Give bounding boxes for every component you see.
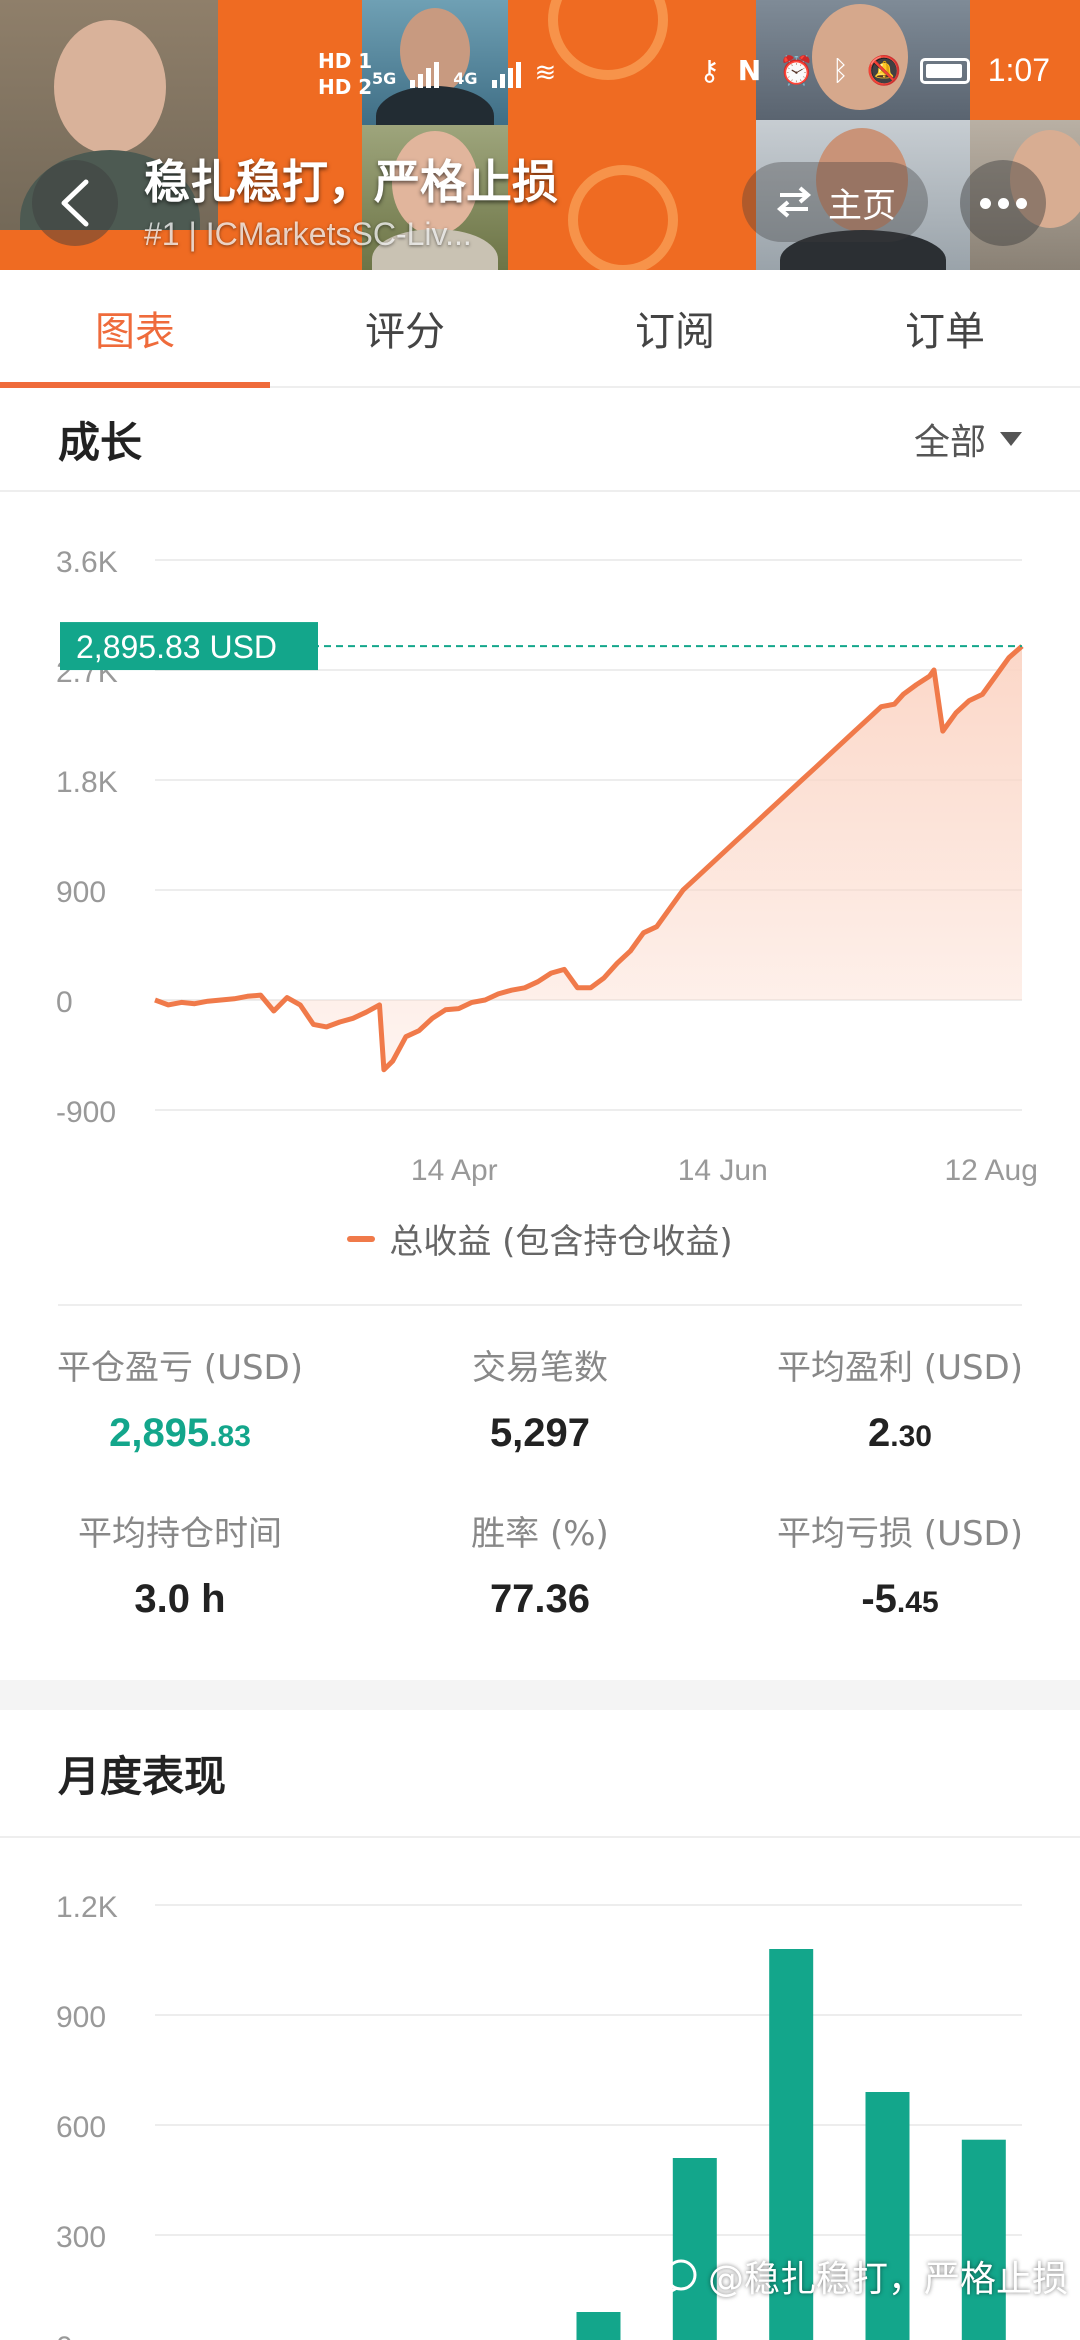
more-dot (997, 197, 1009, 209)
mute-icon: 🔕 (866, 54, 902, 87)
y-tick-label: 1.8K (56, 766, 118, 799)
y-tick-label: 0 (56, 986, 73, 1019)
tab-rating[interactable]: 评分 (270, 270, 540, 386)
alarm-icon: ⏰ (779, 54, 815, 87)
stat-label: 胜率 (%) (471, 1514, 609, 1554)
battery-icon (919, 57, 970, 84)
stat-value: 77.36 (360, 1577, 720, 1622)
stat-label: 平均盈利 (USD) (777, 1348, 1023, 1388)
sim2-label: HD 2 (318, 75, 373, 99)
header-banner: HD 1 HD 2 5G 4G ≋ ⚷ N ⏰ ᛒ 🔕 1:07 稳扎稳打，严格… (0, 0, 1080, 270)
home-label: 主页 (828, 185, 896, 226)
x-tick-label: 14 Apr (411, 1154, 498, 1187)
growth-legend: 总收益 (包含持仓收益) (0, 1214, 1080, 1263)
more-dot (1015, 197, 1027, 209)
stat-avg-loss: 平均亏损 (USD) -5.45 (720, 1506, 1080, 1622)
bluetooth-icon: ᛒ (832, 54, 849, 87)
stat-win-rate: 胜率 (%) 77.36 (360, 1506, 720, 1622)
status-bar: HD 1 HD 2 5G 4G ≋ ⚷ N ⏰ ᛒ 🔕 1:07 (0, 0, 1080, 150)
y-tick-label: 3.6K (56, 546, 118, 579)
y-tick-label: 300 (56, 2221, 106, 2254)
clock: 1:07 (987, 52, 1050, 88)
stat-label: 交易笔数 (472, 1348, 608, 1388)
x-tick-label: 12 Aug (944, 1154, 1037, 1187)
monthly-bar (961, 2139, 1006, 2340)
stat-label: 平仓盈亏 (USD) (57, 1348, 303, 1388)
growth-title: 成长 (58, 417, 143, 467)
stat-value-frac: .30 (890, 1420, 932, 1453)
stat-label: 平均持仓时间 (78, 1514, 282, 1554)
stat-value-frac: .45 (896, 1586, 939, 1619)
monthly-bar (576, 2312, 621, 2340)
current-value-label: 2,895.83 USD (76, 629, 277, 665)
stat-label: 平均亏损 (USD) (777, 1514, 1023, 1554)
status-right: ⚷ N ⏰ ᛒ 🔕 1:07 (699, 52, 1050, 89)
stat-value-main: -5 (861, 1577, 897, 1621)
home-button[interactable]: 主页 (742, 162, 928, 242)
stat-value-main: 2 (868, 1411, 891, 1455)
chevron-left-icon (61, 179, 89, 227)
stat-value-main: 3.0 h (134, 1577, 226, 1621)
stat-trade-count: 交易笔数 5,297 (360, 1340, 720, 1456)
tab-orders[interactable]: 订单 (810, 270, 1080, 386)
tab-bar: 图表 评分 订阅 订单 (0, 270, 1080, 388)
switch-icon (776, 186, 812, 218)
y-tick-label: -900 (56, 1096, 116, 1129)
signal-icon (491, 62, 521, 88)
legend-swatch (347, 1235, 376, 1242)
divider (58, 1304, 1022, 1306)
nfc-icon: N (737, 54, 762, 87)
y-tick-label: 900 (56, 876, 106, 909)
stat-value-main: 5,297 (489, 1411, 591, 1455)
stat-value-frac: .83 (209, 1420, 251, 1453)
period-filter[interactable]: 全部 (914, 413, 1022, 465)
more-button[interactable] (960, 160, 1046, 246)
back-button[interactable] (32, 160, 118, 246)
y-tick-label: 1.2K (56, 1891, 118, 1924)
watermark: @稳扎稳打，严格止损 (662, 2250, 1068, 2302)
network-type-1: 5G (372, 69, 397, 88)
stat-value: 2,895.83 (0, 1411, 360, 1456)
caret-down-icon (1000, 432, 1022, 446)
wifi-icon: ≋ (534, 58, 557, 88)
signal-icon (410, 62, 440, 88)
stat-avg-profit: 平均盈利 (USD) 2.30 (720, 1340, 1080, 1456)
y-tick-label: 900 (56, 2001, 106, 2034)
growth-area (155, 646, 1022, 1070)
stat-value-main: 2,895 (109, 1411, 210, 1455)
growth-chart: 3.6K2.7K1.8K9000-90014 Apr 14 Jun 12 Aug2,… (56, 546, 1038, 1187)
y-tick-label: 0 (56, 2331, 73, 2340)
y-tick-label: 600 (56, 2111, 106, 2144)
stat-avg-holding: 平均持仓时间 3.0 h (0, 1506, 360, 1622)
stat-value: 2.30 (720, 1411, 1080, 1456)
monthly-bar (865, 2092, 910, 2340)
network-indicators: 5G 4G ≋ (372, 58, 556, 88)
sim-indicators: HD 1 HD 2 (318, 48, 372, 100)
stat-value: 5,297 (360, 1411, 720, 1456)
growth-header: 成长 全部 (0, 388, 1080, 492)
page-title: 稳扎稳打，严格止损 (144, 155, 558, 209)
sim1-label: HD 1 (318, 49, 373, 73)
stat-closed-pnl: 平仓盈亏 (USD) 2,895.83 (0, 1340, 360, 1456)
tab-chart[interactable]: 图表 (0, 270, 270, 388)
watermark-text: @稳扎稳打，严格止损 (707, 2259, 1068, 2300)
period-filter-label: 全部 (913, 422, 986, 463)
stat-value: 3.0 h (0, 1577, 360, 1622)
section-separator (0, 1680, 1080, 1710)
stat-value: -5.45 (720, 1577, 1080, 1622)
account-subtitle: #1 | ICMarketsSC-Liv... (144, 216, 472, 252)
chat-bubble-icon (665, 2259, 697, 2295)
monthly-bar (672, 2158, 717, 2340)
network-type-2: 4G (453, 69, 478, 88)
monthly-header: 月度表现 (0, 1710, 1080, 1838)
more-dots-icon (979, 197, 991, 209)
x-tick-label: 14 Jun (678, 1154, 768, 1187)
stat-value-main: 77.36 (489, 1577, 591, 1621)
tab-subscribe[interactable]: 订阅 (540, 270, 810, 386)
key-icon: ⚷ (699, 54, 720, 87)
legend-label: 总收益 (包含持仓收益) (389, 1222, 733, 1262)
monthly-title: 月度表现 (58, 1751, 227, 1801)
